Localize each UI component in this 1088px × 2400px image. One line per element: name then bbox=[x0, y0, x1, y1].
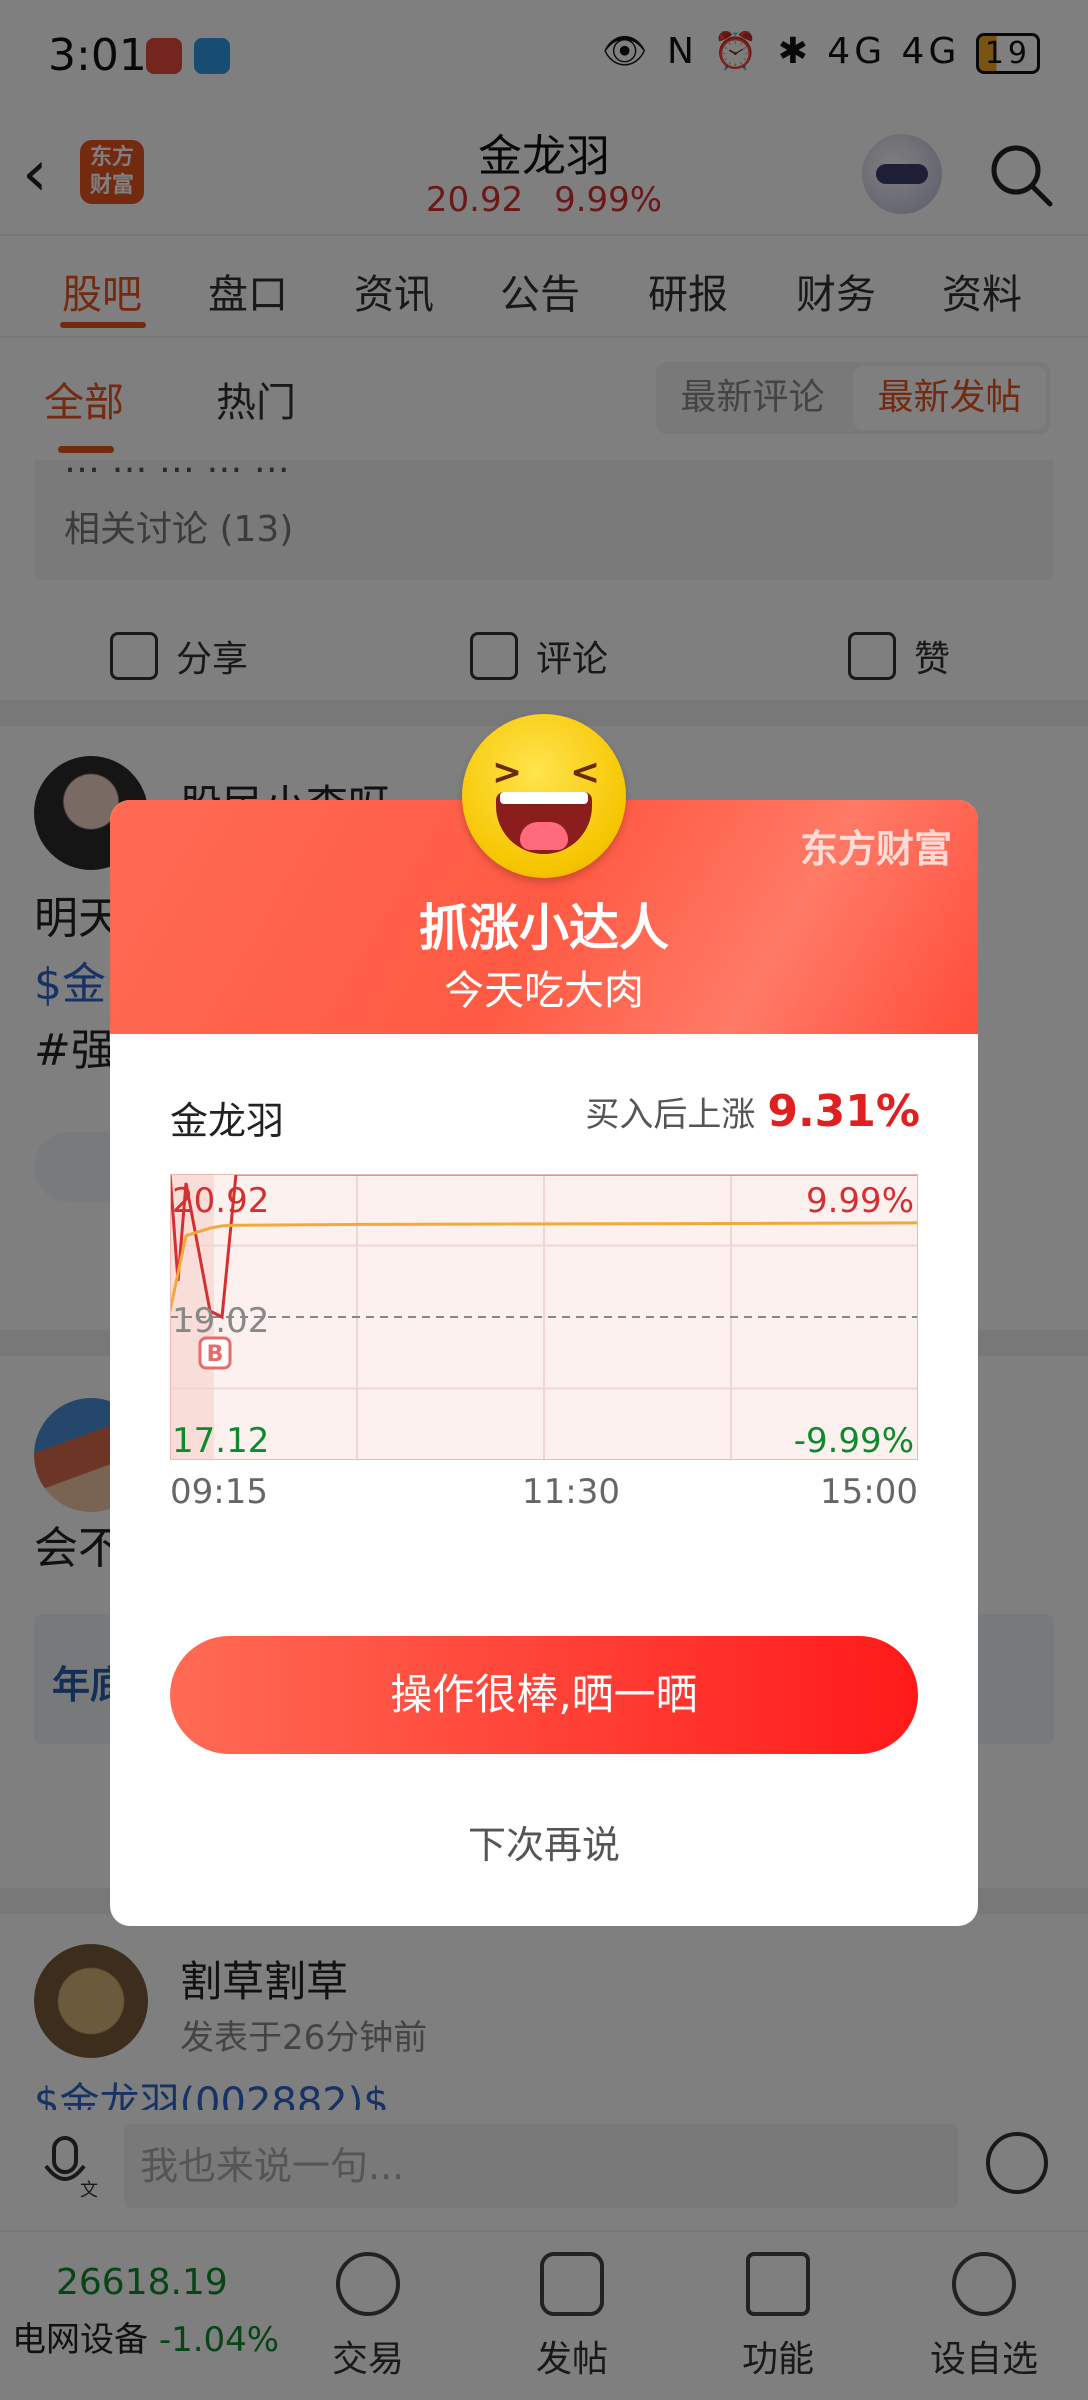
eye-right: < bbox=[570, 752, 601, 793]
y-mid-label: 19.02 bbox=[172, 1301, 269, 1341]
teeth bbox=[500, 792, 588, 804]
x-tick-label: 15:00 bbox=[820, 1472, 918, 1512]
dismiss-button[interactable]: 下次再说 bbox=[110, 1814, 978, 1869]
eye-left: > bbox=[492, 752, 523, 793]
intraday-chart: 20.92 19.02 17.12 9.99% -9.99% B bbox=[170, 1174, 918, 1460]
pct-top-label: 9.99% bbox=[806, 1181, 914, 1221]
gain-value: 9.31% bbox=[767, 1086, 920, 1137]
share-result-button[interactable]: 操作很棒,晒一晒 bbox=[170, 1636, 918, 1754]
y-top-label: 20.92 bbox=[172, 1181, 269, 1221]
laughing-emoji-icon: > < bbox=[462, 714, 626, 878]
achievement-dialog: 东方财富 抓涨小达人 今天吃大肉 金龙羽 买入后上涨 9.31% 20.92 19… bbox=[110, 800, 978, 1926]
dialog-title: 抓涨小达人 bbox=[419, 899, 669, 957]
gain-info: 买入后上涨 9.31% bbox=[585, 1086, 920, 1137]
gain-label: 买入后上涨 bbox=[585, 1095, 756, 1135]
x-tick-label: 09:15 bbox=[170, 1472, 268, 1512]
dialog-stock-name: 金龙羽 bbox=[170, 1099, 285, 1143]
buy-marker-label: B bbox=[207, 1342, 224, 1367]
x-tick-label: 11:30 bbox=[522, 1472, 620, 1512]
buy-marker: B bbox=[198, 1336, 232, 1370]
y-bottom-label: 17.12 bbox=[172, 1421, 269, 1460]
tongue bbox=[520, 822, 568, 850]
brand-watermark: 东方财富 bbox=[799, 827, 952, 871]
dialog-subtitle: 今天吃大肉 bbox=[444, 968, 644, 1014]
pct-bottom-label: -9.99% bbox=[794, 1421, 914, 1460]
